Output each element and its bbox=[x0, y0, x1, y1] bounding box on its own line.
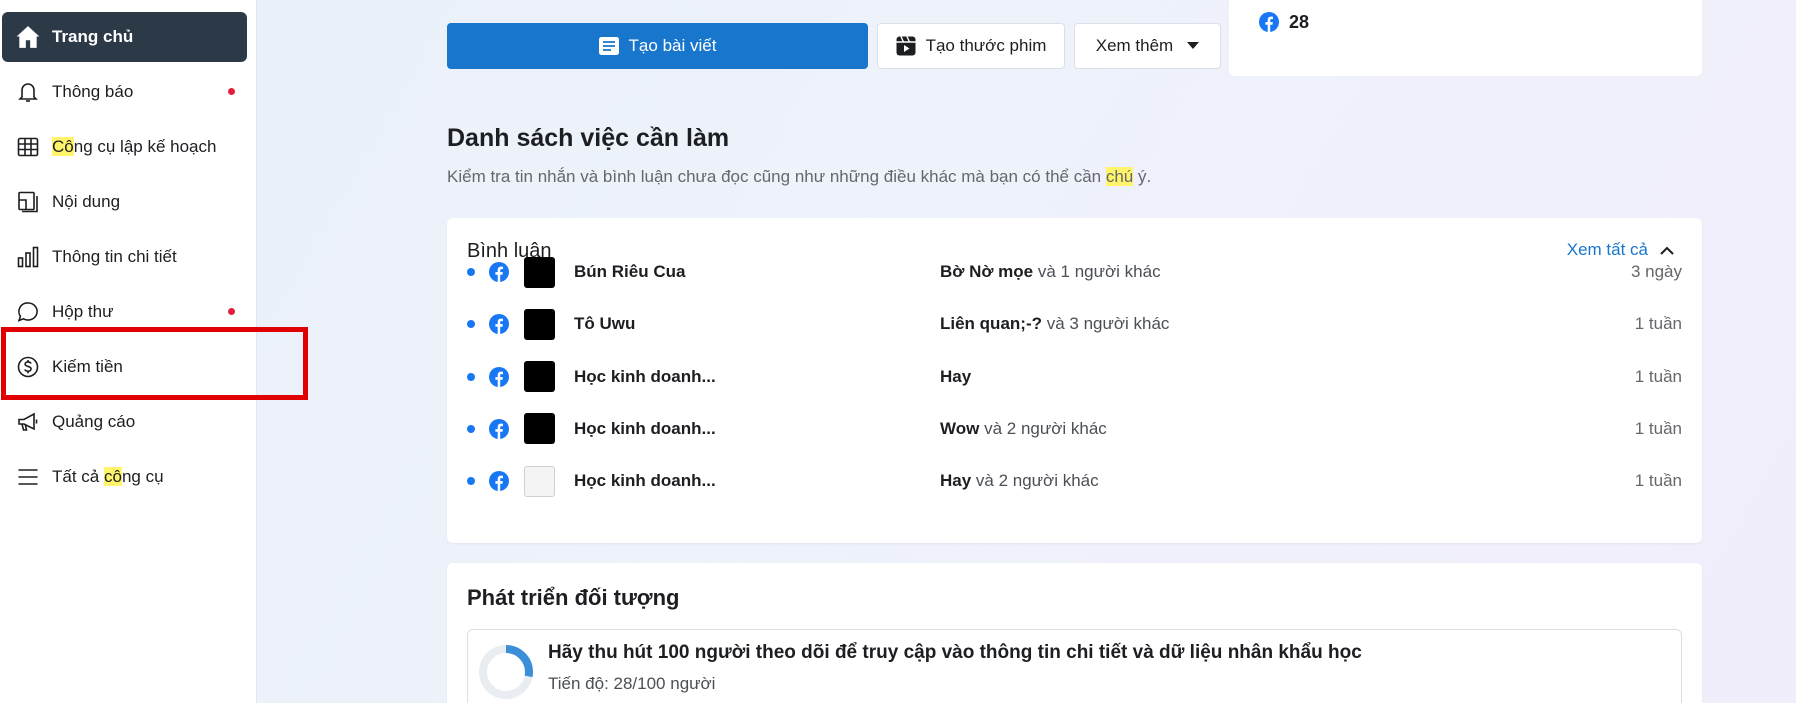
post-name: Học kinh doanh... bbox=[574, 471, 716, 491]
see-more-label: Xem thêm bbox=[1095, 36, 1174, 55]
comment-time: 1 tuần bbox=[1634, 471, 1682, 491]
follower-goal-box[interactable]: Hãy thu hút 100 người theo dõi để truy c… bbox=[467, 629, 1682, 703]
unread-dot bbox=[228, 308, 235, 315]
post-thumbnail[interactable] bbox=[524, 308, 555, 340]
section-title: Danh sách việc cần làm bbox=[447, 124, 730, 152]
bell-icon bbox=[14, 78, 42, 106]
comment-row[interactable]: Học kinh doanh... Hay 1 tuần bbox=[447, 351, 1702, 403]
sidebar-item-label: Quảng cáo bbox=[52, 412, 136, 431]
sidebar-item-insights[interactable]: Thông tin chi tiết bbox=[2, 232, 247, 282]
sidebar-item-home[interactable]: Trang chủ bbox=[2, 12, 247, 62]
goal-text: Hãy thu hút 100 người theo dõi để truy c… bbox=[548, 642, 1362, 663]
post-thumbnail[interactable] bbox=[524, 465, 555, 497]
facebook-icon bbox=[489, 314, 509, 335]
stats-card: 28 bbox=[1229, 0, 1702, 76]
facebook-icon bbox=[489, 471, 509, 492]
sidebar-item-content[interactable]: Nội dung bbox=[2, 177, 247, 227]
caret-down-icon bbox=[1187, 42, 1200, 50]
commenter-summary: Liên quan;-? và 3 người khác bbox=[940, 314, 1170, 334]
home-icon bbox=[14, 23, 42, 51]
section-subtitle: Kiểm tra tin nhắn và bình luận chưa đọc … bbox=[447, 167, 1152, 186]
sidebar-item-label: Nội dung bbox=[52, 192, 121, 211]
content-icon bbox=[14, 188, 42, 216]
chat-bubble-icon bbox=[14, 298, 42, 326]
reel-icon bbox=[896, 36, 916, 56]
comment-row[interactable]: Học kinh doanh... Hay và 2 người khác 1 tu… bbox=[447, 455, 1702, 507]
post-thumbnail[interactable] bbox=[524, 361, 555, 393]
commenter-summary: Bờ Nờ mọe và 1 người khác bbox=[940, 262, 1161, 281]
unread-bullet bbox=[467, 424, 475, 433]
sidebar-item-label: Tất cả công cụ bbox=[52, 467, 164, 486]
progress-text: Tiến độ: 28/100 người bbox=[548, 674, 716, 693]
create-post-button[interactable]: Tạo bài viết bbox=[447, 23, 868, 69]
see-more-dropdown[interactable]: Xem thêm bbox=[1074, 23, 1221, 69]
post-thumbnail[interactable] bbox=[524, 256, 555, 288]
calendar-grid-icon bbox=[14, 133, 42, 161]
unread-bullet bbox=[467, 320, 475, 329]
sidebar-item-notifications[interactable]: Thông báo bbox=[2, 67, 247, 117]
facebook-icon bbox=[489, 262, 509, 282]
sidebar-item-label: Hộp thư bbox=[52, 302, 114, 321]
post-name: Học kinh doanh... bbox=[574, 418, 716, 438]
facebook-icon bbox=[489, 418, 509, 439]
sidebar-item-label: Thông báo bbox=[52, 82, 134, 101]
post-icon bbox=[598, 37, 619, 55]
create-post-label: Tạo bài viết bbox=[628, 36, 717, 55]
progress-ring bbox=[479, 645, 533, 699]
comment-time: 1 tuần bbox=[1634, 314, 1682, 334]
sidebar-item-label: Công cụ lập kế hoạch bbox=[52, 137, 217, 156]
sidebar-item-ads[interactable]: Quảng cáo bbox=[2, 397, 247, 447]
comment-row[interactable]: Bún Riêu Cua Bờ Nờ mọe và 1 người khác 3 n… bbox=[447, 246, 1702, 298]
commenter-summary: Hay bbox=[940, 366, 972, 386]
sidebar-item-label: Trang chủ bbox=[52, 27, 134, 46]
post-name: Tô Uwu bbox=[574, 314, 636, 334]
post-thumbnail[interactable] bbox=[524, 413, 555, 445]
facebook-icon bbox=[1259, 12, 1279, 37]
annotation-highlight-box bbox=[1, 327, 308, 400]
commenter-summary: Wow và 2 người khác bbox=[940, 418, 1107, 438]
comments-card: Bình luận Xem tất cả Bún Riêu Cua Bờ Nờ m… bbox=[447, 218, 1702, 543]
unread-dot bbox=[228, 88, 235, 95]
facebook-icon bbox=[489, 366, 509, 387]
bar-chart-icon bbox=[14, 243, 42, 271]
comment-time: 1 tuần bbox=[1634, 366, 1682, 386]
unread-bullet bbox=[467, 268, 475, 276]
comment-row[interactable]: Tô Uwu Liên quan;-? và 3 người khác 1 tuần bbox=[447, 298, 1702, 350]
comment-time: 3 ngày bbox=[1630, 262, 1682, 281]
menu-lines-icon bbox=[14, 463, 42, 491]
audience-growth-card: Phát triển đối tượng Hãy thu hút 100 ngư… bbox=[447, 563, 1702, 703]
comment-row[interactable]: Học kinh doanh... Wow và 2 người khác 1 tu… bbox=[447, 403, 1702, 455]
unread-bullet bbox=[467, 372, 475, 381]
sidebar-item-all-tools[interactable]: Tất cả công cụ bbox=[2, 452, 247, 502]
post-name: Học kinh doanh... bbox=[574, 366, 716, 386]
comment-time: 1 tuần bbox=[1634, 418, 1682, 438]
unread-bullet bbox=[467, 477, 475, 486]
create-reel-label: Tạo thước phim bbox=[925, 36, 1047, 55]
megaphone-icon bbox=[14, 408, 42, 436]
follower-count: 28 bbox=[1289, 12, 1310, 32]
post-name: Bún Riêu Cua bbox=[574, 262, 686, 281]
audience-title: Phát triển đối tượng bbox=[467, 585, 680, 610]
create-reel-button[interactable]: Tạo thước phim bbox=[877, 23, 1065, 69]
sidebar-item-planner[interactable]: Công cụ lập kế hoạch bbox=[2, 122, 247, 172]
commenter-summary: Hay và 2 người khác bbox=[940, 471, 1099, 491]
sidebar-item-label: Thông tin chi tiết bbox=[52, 247, 177, 266]
